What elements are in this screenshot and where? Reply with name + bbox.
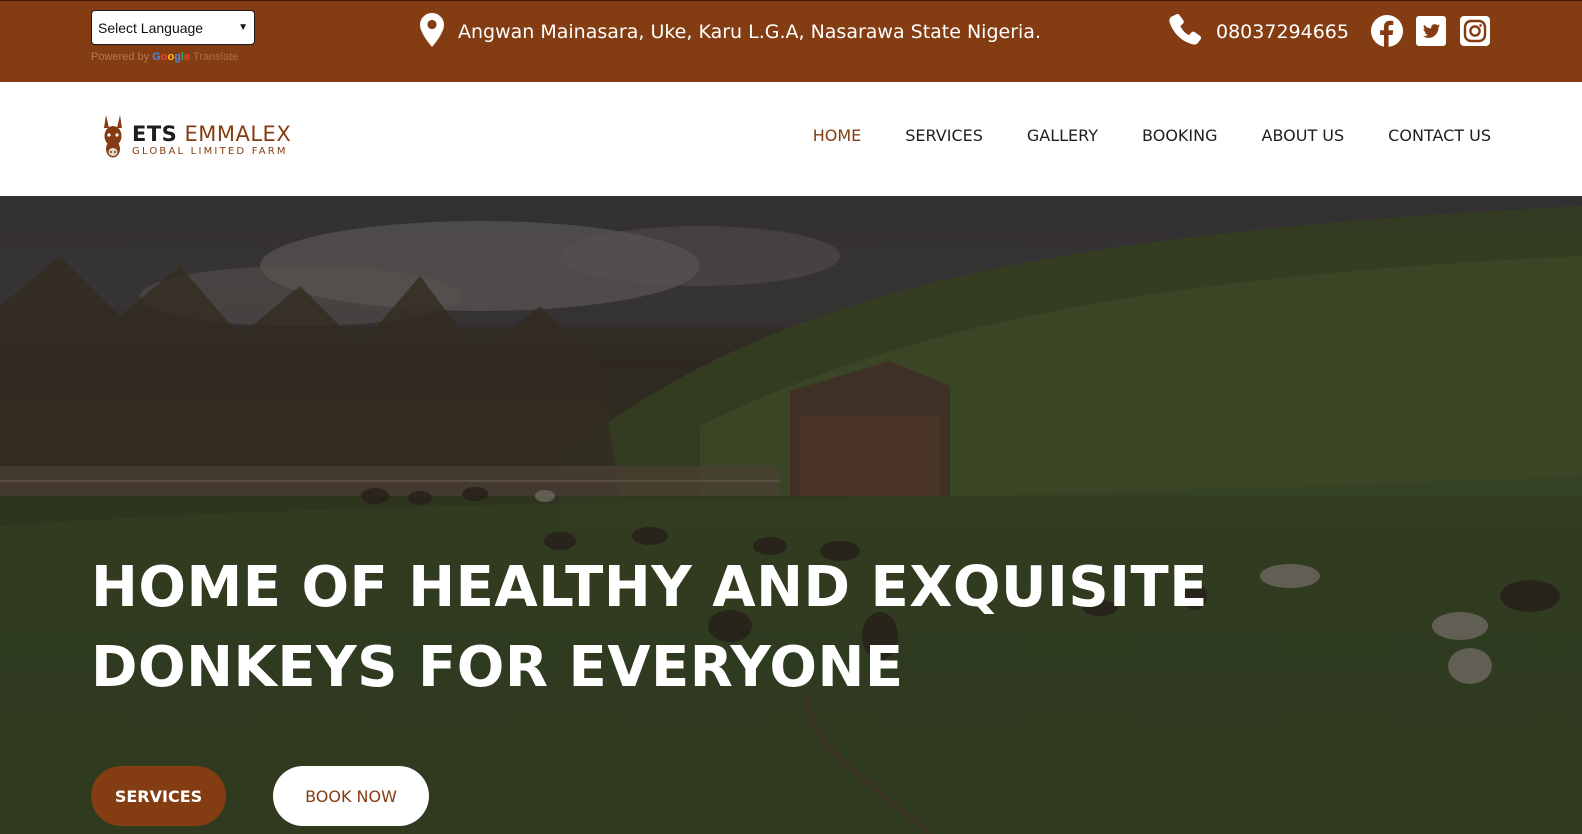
brand-tagline: GLOBAL LIMITED FARM [132, 145, 288, 157]
google-logo: Google [152, 51, 191, 63]
services-button[interactable]: SERVICES [91, 766, 226, 826]
nav-item-home[interactable]: HOME [813, 126, 862, 145]
hero-background-image [0, 196, 1582, 834]
phone-number[interactable]: 08037294665 [1216, 21, 1349, 43]
brand-text: ETS EMMALEX GLOBAL LIMITED FARM [132, 122, 291, 157]
brand-logo[interactable]: ETS EMMALEX GLOBAL LIMITED FARM [100, 114, 291, 164]
top-bar: Select Language ▼ Powered by Google Tran… [0, 0, 1582, 82]
brand-name: ETS EMMALEX [132, 122, 291, 146]
hero-title-line-1: HOME OF HEALTHY AND EXQUISITE [91, 555, 1208, 620]
translate-link[interactable]: Translate [193, 51, 238, 63]
nav-item-services[interactable]: SERVICES [905, 126, 983, 145]
phone-info: 08037294665 [1168, 13, 1349, 51]
translate-widget: Select Language ▼ Powered by Google Tran… [91, 10, 255, 63]
hero-title: HOME OF HEALTHY AND EXQUISITE DONKEYS FO… [91, 548, 1208, 708]
primary-menu: HOME SERVICES GALLERY BOOKING ABOUT US C… [769, 126, 1491, 145]
brand-name-part2: EMMALEX [184, 121, 292, 146]
hero-title-line-2: DONKEYS FOR EVERYONE [91, 635, 904, 700]
social-links [1370, 14, 1492, 48]
phone-icon [1168, 13, 1202, 51]
donkey-head-icon [100, 114, 126, 164]
language-select[interactable]: Select Language ▼ [91, 10, 255, 45]
powered-by-google: Powered by Google Translate [91, 51, 255, 63]
address-info: Angwan Mainasara, Uke, Karu L.G.A, Nasar… [420, 13, 1041, 51]
hero-section: HOME OF HEALTHY AND EXQUISITE DONKEYS FO… [0, 196, 1582, 834]
nav-item-about-us[interactable]: ABOUT US [1262, 126, 1345, 145]
brand-name-part1: ETS [132, 121, 178, 146]
nav-item-booking[interactable]: BOOKING [1142, 126, 1217, 145]
chevron-down-icon: ▼ [238, 22, 248, 33]
nav-item-gallery[interactable]: GALLERY [1027, 126, 1098, 145]
language-select-value: Select Language [98, 19, 204, 36]
main-navbar: ETS EMMALEX GLOBAL LIMITED FARM HOME SER… [0, 82, 1582, 196]
facebook-icon[interactable] [1370, 14, 1404, 48]
powered-by-label: Powered by [91, 51, 150, 63]
map-pin-icon [420, 13, 444, 51]
twitter-icon[interactable] [1414, 14, 1448, 48]
nav-item-contact-us[interactable]: CONTACT US [1388, 126, 1491, 145]
address-text: Angwan Mainasara, Uke, Karu L.G.A, Nasar… [458, 21, 1041, 43]
book-now-button[interactable]: BOOK NOW [273, 766, 429, 826]
instagram-icon[interactable] [1458, 14, 1492, 48]
